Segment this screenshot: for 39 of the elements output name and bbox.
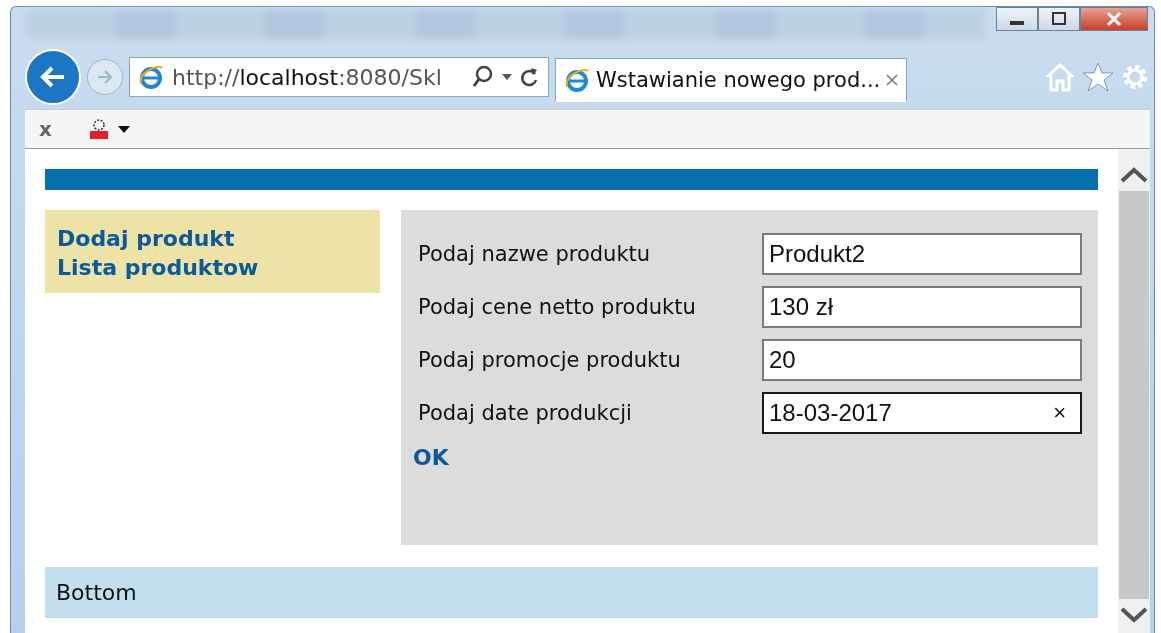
url-text: http://localhost:8080/Skl (172, 64, 443, 90)
ok-link[interactable]: OK (413, 445, 449, 470)
star-icon[interactable] (1082, 62, 1114, 92)
dropdown-caret-icon[interactable] (117, 125, 130, 133)
browser-logo-icon (138, 64, 164, 90)
scrollbar-thumb[interactable] (1119, 191, 1149, 599)
scroll-down-icon[interactable] (1119, 605, 1149, 625)
sidebar-link[interactable]: Dodaj produkt (57, 224, 368, 253)
minimize-button[interactable] (996, 7, 1038, 31)
maximize-icon (1050, 12, 1068, 26)
vertical-scrollbar[interactable] (1118, 149, 1150, 633)
clear-button[interactable]: × (1053, 399, 1066, 426)
back-button[interactable] (25, 49, 81, 105)
address-bar[interactable]: http://localhost:8080/Skl (129, 57, 549, 97)
input-field[interactable]: 20 (762, 338, 1082, 381)
addon-off-icon[interactable] (87, 119, 110, 139)
refresh-icon[interactable] (520, 66, 540, 88)
close-icon (1104, 11, 1124, 27)
field-label: Podaj promocje produktu (418, 347, 682, 372)
forward-arrow-icon (95, 69, 115, 85)
browser-logo-icon (564, 67, 590, 93)
dropdown-caret-icon[interactable] (502, 74, 512, 80)
tab-title: Wstawianie nowego prod... (596, 68, 881, 92)
maximize-button[interactable] (1038, 7, 1080, 31)
scroll-up-icon[interactable] (1119, 165, 1149, 185)
footer-text: Bottom (56, 580, 137, 605)
field-label: Podaj date produkcji (418, 400, 633, 425)
close-tab-icon[interactable] (886, 74, 899, 86)
minimize-icon (1010, 21, 1024, 25)
browser-tab[interactable]: Wstawianie nowego prod... (555, 58, 908, 102)
input-field[interactable]: 130 zł (762, 285, 1082, 328)
search-icon[interactable] (472, 65, 494, 89)
sidebar-link[interactable]: Lista produktow (57, 253, 368, 282)
field-label: Podaj nazwe produktu (418, 241, 652, 266)
input-field[interactable]: 18-03-2017 × (762, 391, 1082, 434)
close-toolbar-button[interactable]: x (39, 117, 80, 141)
close-button[interactable] (1080, 7, 1148, 31)
field-label: Podaj cene netto produktu (418, 294, 697, 319)
input-field[interactable]: Produkt2 (762, 232, 1082, 275)
